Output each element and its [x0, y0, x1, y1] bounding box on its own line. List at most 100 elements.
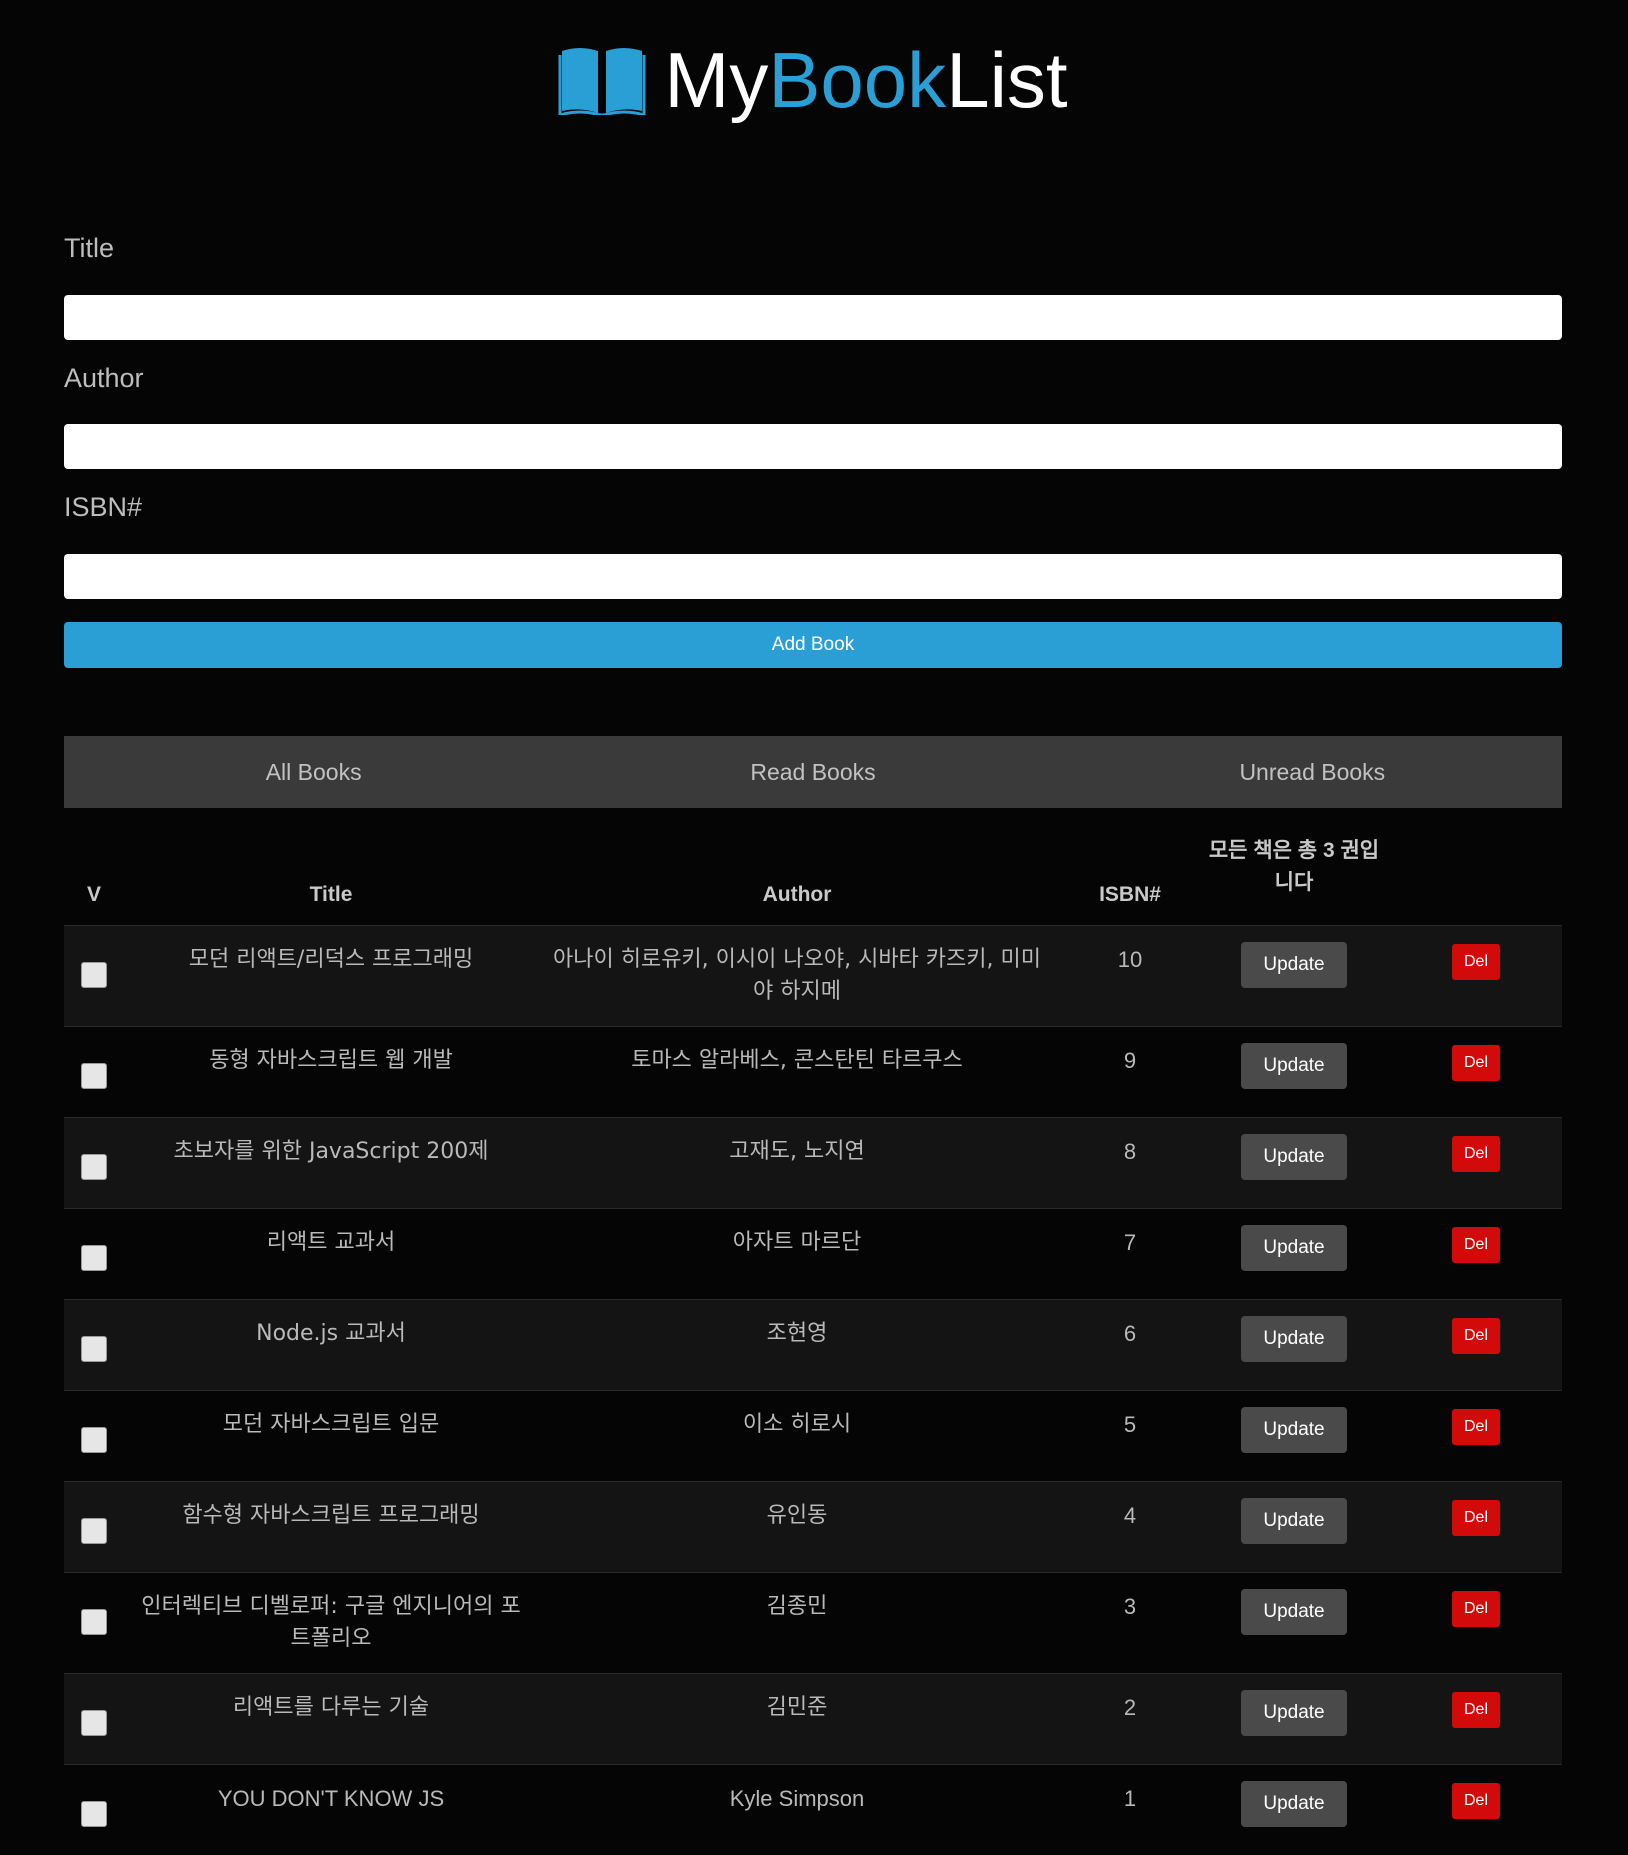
tab-unread-books[interactable]: Unread Books [1063, 736, 1562, 808]
book-title: 모던 리액트/리덕스 프로그래밍 [124, 926, 538, 1027]
book-author: 고재도, 노지연 [538, 1118, 1056, 1209]
table-row: 인터렉티브 디벨로퍼: 구글 엔지니어의 포트폴리오 김종민 3 Update … [64, 1573, 1562, 1674]
book-form: Title Author ISBN# Add Book [64, 162, 1562, 668]
update-button[interactable]: Update [1241, 1043, 1347, 1089]
book-title: 동형 자바스크립트 웹 개발 [124, 1027, 538, 1118]
book-title: 함수형 자바스크립트 프로그래밍 [124, 1482, 538, 1573]
book-title: 모던 자바스크립트 입문 [124, 1391, 538, 1482]
read-checkbox[interactable] [81, 1609, 107, 1635]
tab-read-books[interactable]: Read Books [563, 736, 1062, 808]
update-button[interactable]: Update [1241, 1316, 1347, 1362]
update-button[interactable]: Update [1241, 1690, 1347, 1736]
read-checkbox[interactable] [81, 1063, 107, 1089]
brand-book: Book [768, 36, 946, 124]
title-field-group: Title [64, 235, 1562, 340]
read-checkbox[interactable] [81, 1336, 107, 1362]
table-row: YOU DON'T KNOW JS Kyle Simpson 1 Update … [64, 1765, 1562, 1855]
table-row: 모던 자바스크립트 입문 이소 히로시 5 Update Del [64, 1391, 1562, 1482]
table-row: Node.js 교과서 조현영 6 Update Del [64, 1300, 1562, 1391]
brand-list: List [946, 36, 1067, 124]
header-title: Title [124, 808, 538, 926]
book-author: 김종민 [538, 1573, 1056, 1674]
book-isbn: 10 [1056, 926, 1204, 1027]
add-book-button[interactable]: Add Book [64, 622, 1562, 668]
book-author: 유인동 [538, 1482, 1056, 1573]
book-author: 이소 히로시 [538, 1391, 1056, 1482]
read-checkbox[interactable] [81, 1710, 107, 1736]
update-button[interactable]: Update [1241, 1781, 1347, 1827]
update-button[interactable]: Update [1241, 1225, 1347, 1271]
book-isbn: 1 [1056, 1765, 1204, 1855]
app-container: MyBookList Title Author ISBN# Add Book A… [64, 0, 1562, 1855]
table-row: 동형 자바스크립트 웹 개발 토마스 알라베스, 콘스탄틴 타르쿠스 9 Upd… [64, 1027, 1562, 1118]
title-input[interactable] [64, 295, 1562, 340]
isbn-label: ISBN# [64, 494, 1562, 537]
isbn-input[interactable] [64, 554, 1562, 599]
update-button[interactable]: Update [1241, 942, 1347, 988]
read-checkbox[interactable] [81, 1154, 107, 1180]
delete-button[interactable]: Del [1452, 1500, 1500, 1536]
delete-button[interactable]: Del [1452, 1692, 1500, 1728]
book-title: Node.js 교과서 [124, 1300, 538, 1391]
update-button[interactable]: Update [1241, 1407, 1347, 1453]
delete-button[interactable]: Del [1452, 1136, 1500, 1172]
book-title: 리액트 교과서 [124, 1209, 538, 1300]
logo: MyBookList [558, 41, 1067, 119]
delete-button[interactable]: Del [1452, 944, 1500, 980]
tab-all-books[interactable]: All Books [64, 736, 563, 808]
book-title: 리액트를 다루는 기술 [124, 1674, 538, 1765]
book-title: 인터렉티브 디벨로퍼: 구글 엔지니어의 포트폴리오 [124, 1573, 538, 1674]
book-author: 아나이 히로유키, 이시이 나오야, 시바타 카즈키, 미미야 하지메 [538, 926, 1056, 1027]
book-isbn: 8 [1056, 1118, 1204, 1209]
read-checkbox[interactable] [81, 1245, 107, 1271]
book-isbn: 6 [1056, 1300, 1204, 1391]
book-author: 아자트 마르단 [538, 1209, 1056, 1300]
read-checkbox[interactable] [81, 1427, 107, 1453]
delete-button[interactable]: Del [1452, 1227, 1500, 1263]
read-checkbox[interactable] [81, 1801, 107, 1827]
delete-button[interactable]: Del [1452, 1045, 1500, 1081]
table-header-row: V Title Author ISBN# 모든 책은 총 3 권입니다 [64, 808, 1562, 926]
book-isbn: 4 [1056, 1482, 1204, 1573]
book-title: YOU DON'T KNOW JS [124, 1765, 538, 1855]
filter-tabs: All Books Read Books Unread Books [64, 736, 1562, 808]
table-row: 리액트 교과서 아자트 마르단 7 Update Del [64, 1209, 1562, 1300]
book-isbn: 7 [1056, 1209, 1204, 1300]
update-button[interactable]: Update [1241, 1498, 1347, 1544]
book-count: 모든 책은 총 3 권입니다 [1204, 808, 1384, 926]
app-header: MyBookList [64, 0, 1562, 162]
book-isbn: 3 [1056, 1573, 1204, 1674]
brand-my: My [664, 36, 768, 124]
app-title: MyBookList [664, 41, 1067, 119]
delete-button[interactable]: Del [1452, 1318, 1500, 1354]
book-isbn: 5 [1056, 1391, 1204, 1482]
read-checkbox[interactable] [81, 962, 107, 988]
book-title: 초보자를 위한 JavaScript 200제 [124, 1118, 538, 1209]
book-author: 토마스 알라베스, 콘스탄틴 타르쿠스 [538, 1027, 1056, 1118]
book-isbn: 2 [1056, 1674, 1204, 1765]
table-row: 초보자를 위한 JavaScript 200제 고재도, 노지연 8 Updat… [64, 1118, 1562, 1209]
read-checkbox[interactable] [81, 1518, 107, 1544]
table-row: 모던 리액트/리덕스 프로그래밍 아나이 히로유키, 이시이 나오야, 시바타 … [64, 926, 1562, 1027]
book-author: Kyle Simpson [538, 1765, 1056, 1855]
delete-button[interactable]: Del [1452, 1409, 1500, 1445]
author-label: Author [64, 365, 1562, 408]
update-button[interactable]: Update [1241, 1589, 1347, 1635]
header-actions [1384, 808, 1562, 926]
author-input[interactable] [64, 424, 1562, 469]
header-isbn: ISBN# [1056, 808, 1204, 926]
delete-button[interactable]: Del [1452, 1591, 1500, 1627]
update-button[interactable]: Update [1241, 1134, 1347, 1180]
delete-button[interactable]: Del [1452, 1783, 1500, 1819]
open-book-icon [558, 45, 646, 115]
isbn-field-group: ISBN# [64, 494, 1562, 599]
header-check: V [64, 808, 124, 926]
header-author: Author [538, 808, 1056, 926]
book-author: 조현영 [538, 1300, 1056, 1391]
book-author: 김민준 [538, 1674, 1056, 1765]
book-list: 모던 리액트/리덕스 프로그래밍 아나이 히로유키, 이시이 나오야, 시바타 … [64, 926, 1562, 1855]
book-isbn: 9 [1056, 1027, 1204, 1118]
author-field-group: Author [64, 365, 1562, 469]
table-row: 리액트를 다루는 기술 김민준 2 Update Del [64, 1674, 1562, 1765]
table-row: 함수형 자바스크립트 프로그래밍 유인동 4 Update Del [64, 1482, 1562, 1573]
